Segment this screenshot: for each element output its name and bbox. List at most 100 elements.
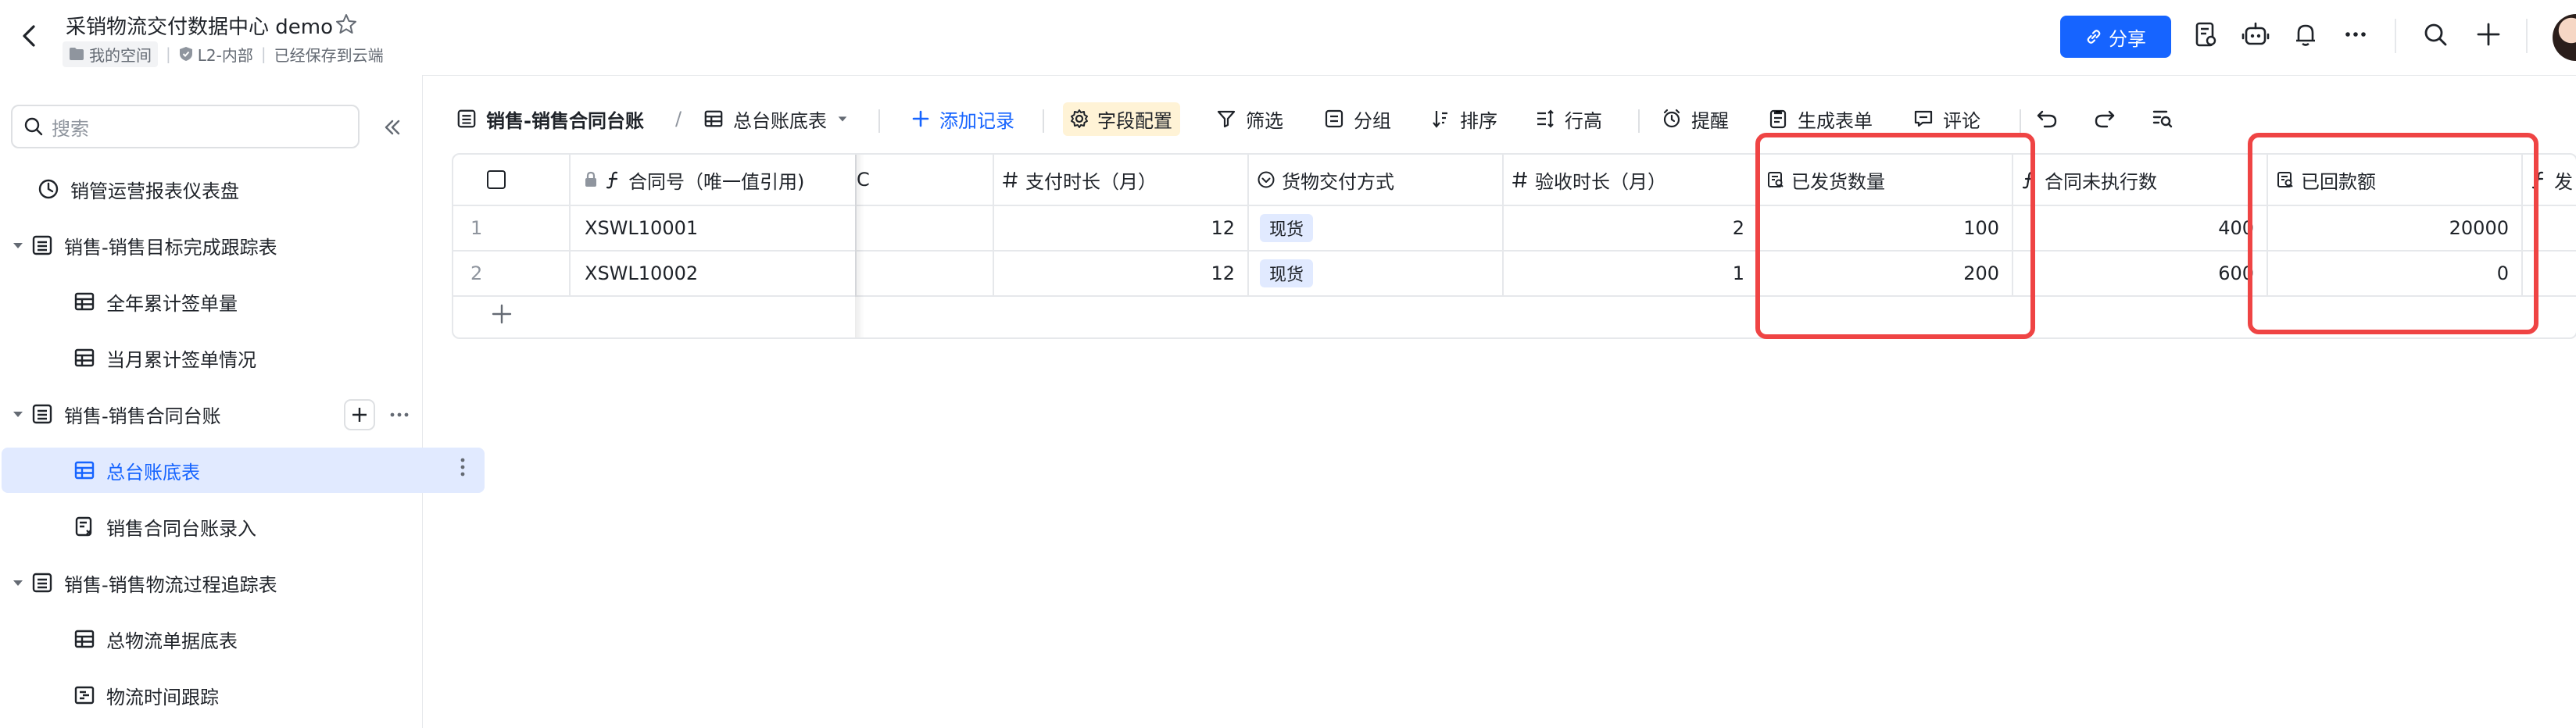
- back-icon[interactable]: [14, 20, 45, 52]
- group-button[interactable]: 分组: [1324, 102, 1391, 136]
- toolbar-divider: [1043, 109, 1044, 133]
- row-number[interactable]: 1: [453, 206, 571, 252]
- sidebar-item-label: 销售合同台账录入: [106, 517, 256, 540]
- cell-partial[interactable]: [857, 206, 994, 252]
- star-icon[interactable]: [335, 12, 358, 36]
- row-height-button[interactable]: 行高: [1535, 102, 1602, 136]
- view-selector[interactable]: 总台账底表: [703, 102, 849, 136]
- cell-delivery-method[interactable]: 现货: [1249, 206, 1504, 252]
- cell-unexecuted[interactable]: 400: [2013, 206, 2268, 252]
- row-number[interactable]: 2: [453, 252, 571, 297]
- security-level[interactable]: L2-内部: [179, 43, 253, 66]
- gear-icon: [1071, 109, 1088, 128]
- grid-table-icon: [74, 461, 95, 480]
- vertical-more-icon[interactable]: [455, 455, 470, 479]
- find-in-table-icon[interactable]: [2151, 102, 2174, 136]
- collapse-sidebar-icon[interactable]: [378, 114, 405, 141]
- filter-icon: [1217, 110, 1236, 128]
- robot-icon[interactable]: [2240, 19, 2271, 50]
- column-header-label: 合同未执行数: [2045, 170, 2157, 193]
- cell-contract-no[interactable]: XSWL10002: [571, 252, 857, 297]
- more-icon[interactable]: [388, 403, 411, 426]
- plus-icon[interactable]: [2473, 19, 2504, 50]
- sidebar-item-actions: [455, 455, 470, 479]
- add-record-label: 添加记录: [939, 109, 1014, 132]
- breadcrumb-space-label: 我的空间: [89, 45, 152, 65]
- add-record-button[interactable]: 添加记录: [911, 102, 1014, 136]
- sidebar-item-logistics-timeline[interactable]: 物流时间跟踪: [0, 673, 485, 718]
- breadcrumb-space[interactable]: 我的空间: [63, 41, 158, 67]
- grid-table-icon: [704, 110, 723, 127]
- field-config-label: 字段配置: [1097, 109, 1172, 132]
- sidebar-item-dashboard[interactable]: 销管运营报表仪表盘: [0, 166, 449, 212]
- column-header-delivery-method[interactable]: 货物交付方式: [1249, 155, 1504, 206]
- cell-payment-period[interactable]: 12: [994, 206, 1249, 252]
- sidebar-item-monthly-orders[interactable]: 当月累计签单情况: [0, 335, 485, 380]
- column-header-contract-no[interactable]: 合同号（唯一值引用): [571, 155, 857, 206]
- formula-icon: [606, 171, 618, 189]
- caret-down-icon[interactable]: [11, 407, 25, 421]
- search-icon[interactable]: [2420, 19, 2451, 50]
- sidebar-item-contract-ledger[interactable]: 销售-销售合同台账: [0, 391, 422, 437]
- comment-button[interactable]: 评论: [1913, 102, 1980, 136]
- group-label: 分组: [1354, 109, 1391, 132]
- column-header-partial[interactable]: C: [857, 155, 994, 206]
- toolbar-divider: [878, 109, 880, 133]
- select-all-checkbox[interactable]: [486, 170, 506, 190]
- sidebar-item-annual-orders[interactable]: 全年累计签单量: [0, 279, 485, 324]
- share-button-label: 分享: [2109, 28, 2146, 50]
- sidebar: 搜索 销管运营报表仪表盘 销售-销售目标完成跟踪表 全年累计签单量 当月累计签单…: [0, 75, 485, 728]
- sort-label: 排序: [1460, 109, 1497, 132]
- cell-partial[interactable]: [857, 252, 994, 297]
- document-form-icon[interactable]: [2190, 19, 2221, 50]
- timeline-icon: [74, 686, 95, 705]
- cell-acceptance-period[interactable]: 2: [1504, 206, 1758, 252]
- cell-acceptance-period[interactable]: 1: [1504, 252, 1758, 297]
- sidebar-item-label: 销售-销售目标完成跟踪表: [64, 236, 277, 259]
- cell-delivery-method[interactable]: 现货: [1249, 252, 1504, 297]
- column-header-unexecuted[interactable]: 合同未执行数: [2013, 155, 2268, 206]
- add-icon[interactable]: [344, 399, 375, 430]
- add-row-icon[interactable]: [488, 300, 516, 328]
- field-config-button[interactable]: 字段配置: [1063, 102, 1180, 136]
- table-name-tab[interactable]: 销售-销售合同台账: [456, 102, 644, 136]
- sidebar-item-logistics-tracking[interactable]: 销售-销售物流过程追踪表: [0, 560, 422, 605]
- breadcrumb-divider: |: [260, 45, 267, 63]
- row-height-icon: [1537, 109, 1554, 128]
- cell-payment-period[interactable]: 12: [994, 252, 1249, 297]
- search-icon: [24, 117, 43, 136]
- bell-icon[interactable]: [2290, 19, 2321, 50]
- undo-icon[interactable]: [2035, 102, 2059, 136]
- filter-label: 筛选: [1246, 109, 1283, 132]
- select-all-cell: [453, 155, 571, 206]
- redo-icon[interactable]: [2093, 102, 2116, 136]
- sidebar-item-contract-entry[interactable]: 销售合同台账录入: [0, 504, 485, 549]
- lock-icon: [585, 171, 596, 187]
- sidebar-item-target-tracking[interactable]: 销售-销售目标完成跟踪表: [0, 223, 422, 268]
- group-icon: [1325, 109, 1343, 128]
- generate-form-button[interactable]: 生成表单: [1768, 102, 1873, 136]
- sort-button[interactable]: 排序: [1430, 102, 1497, 136]
- search-input[interactable]: 搜索: [11, 105, 360, 148]
- column-header-acceptance-period[interactable]: 验收时长（月）: [1504, 155, 1758, 206]
- share-button[interactable]: 分享: [2060, 16, 2171, 58]
- save-status: 已经保存到云端: [274, 45, 384, 65]
- remind-button[interactable]: 提醒: [1662, 102, 1729, 136]
- avatar[interactable]: [2553, 14, 2576, 61]
- caret-down-icon[interactable]: [11, 576, 25, 590]
- highlight-box-shipped-qty: [1755, 133, 2035, 339]
- frozen-column-shadow: [855, 155, 864, 337]
- cell-unexecuted[interactable]: 600: [2013, 252, 2268, 297]
- delivery-method-tag: 现货: [1260, 259, 1314, 287]
- filter-button[interactable]: 筛选: [1216, 102, 1283, 136]
- top-bar: 采销物流交付数据中心 demo 我的空间 | L2-内部 | 已经保存到云端 分…: [0, 0, 2576, 76]
- column-header-payment-period[interactable]: 支付时长（月）: [994, 155, 1249, 206]
- cell-contract-no[interactable]: XSWL10001: [571, 206, 857, 252]
- caret-down-icon[interactable]: [11, 238, 25, 252]
- folder-icon: [70, 48, 84, 60]
- sidebar-item-logistics-ledger[interactable]: 总物流单据底表: [0, 616, 485, 662]
- more-icon[interactable]: [2340, 19, 2371, 50]
- column-header-label: 发: [2554, 170, 2573, 193]
- sidebar-item-master-ledger[interactable]: 总台账底表: [2, 448, 485, 493]
- sidebar-item-label: 全年累计签单量: [106, 292, 238, 315]
